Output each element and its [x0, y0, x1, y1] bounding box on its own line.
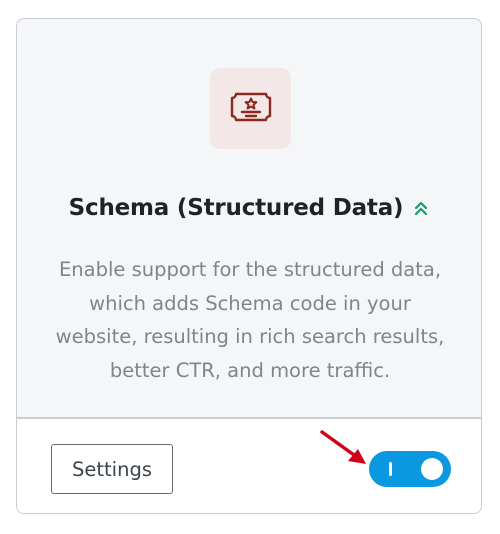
- settings-button[interactable]: Settings: [51, 444, 173, 494]
- module-title: Schema (Structured Data): [68, 195, 404, 221]
- module-title-row: Schema (Structured Data): [17, 195, 481, 221]
- module-description: Enable support for the structured data, …: [55, 258, 445, 382]
- toggle-knob: [421, 458, 443, 480]
- toggle-on-mark: [389, 462, 392, 476]
- red-arrow-icon: [320, 430, 366, 464]
- module-card-body: Schema (Structured Data) Enable support …: [17, 19, 481, 418]
- double-chevron-up-icon: [415, 201, 428, 216]
- certificate-icon: [230, 92, 271, 121]
- module-icon-tile: [210, 68, 291, 149]
- module-card-footer: Settings: [17, 419, 481, 513]
- module-card: Schema (Structured Data) Enable support …: [16, 18, 482, 514]
- module-enable-toggle[interactable]: [369, 451, 451, 487]
